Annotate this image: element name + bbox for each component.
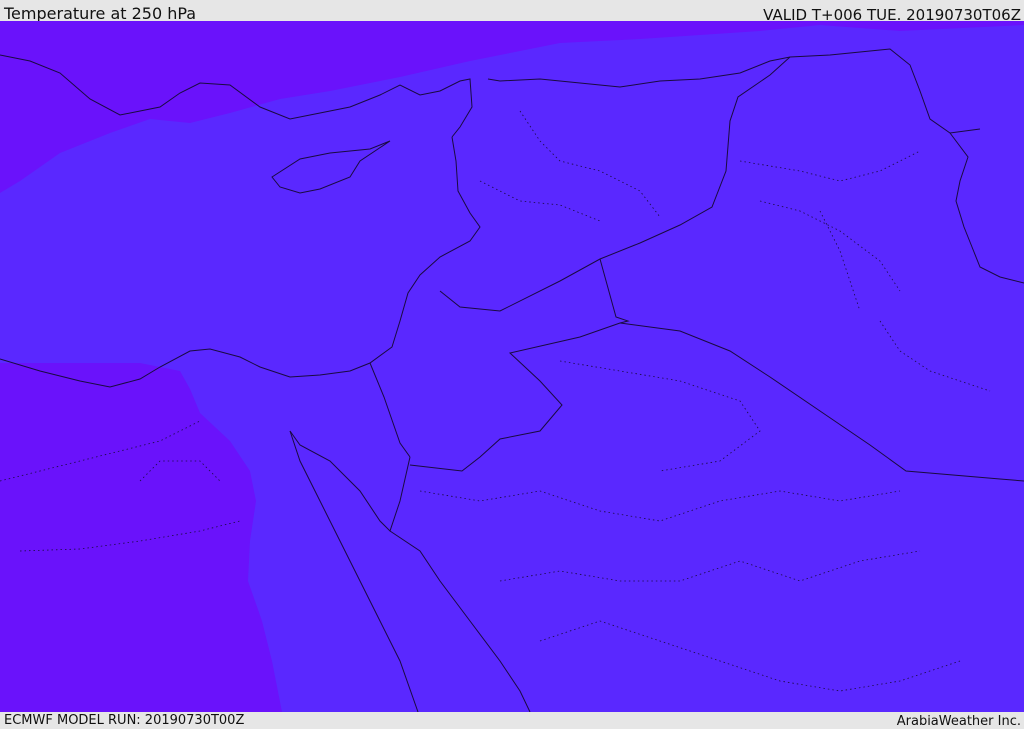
map-header: Temperature at 250 hPa VALID T+006 TUE. …	[0, 0, 1024, 24]
model-run-label: ECMWF MODEL RUN: 20190730T00Z	[4, 713, 245, 728]
temperature-map[interactable]	[0, 21, 1024, 712]
map-footer: ECMWF MODEL RUN: 20190730T00Z ArabiaWeat…	[0, 712, 1024, 729]
weather-map-frame: Temperature at 250 hPa VALID T+006 TUE. …	[0, 0, 1024, 729]
map-canvas	[0, 21, 1024, 712]
brand-label: ArabiaWeather Inc.	[896, 714, 1021, 729]
